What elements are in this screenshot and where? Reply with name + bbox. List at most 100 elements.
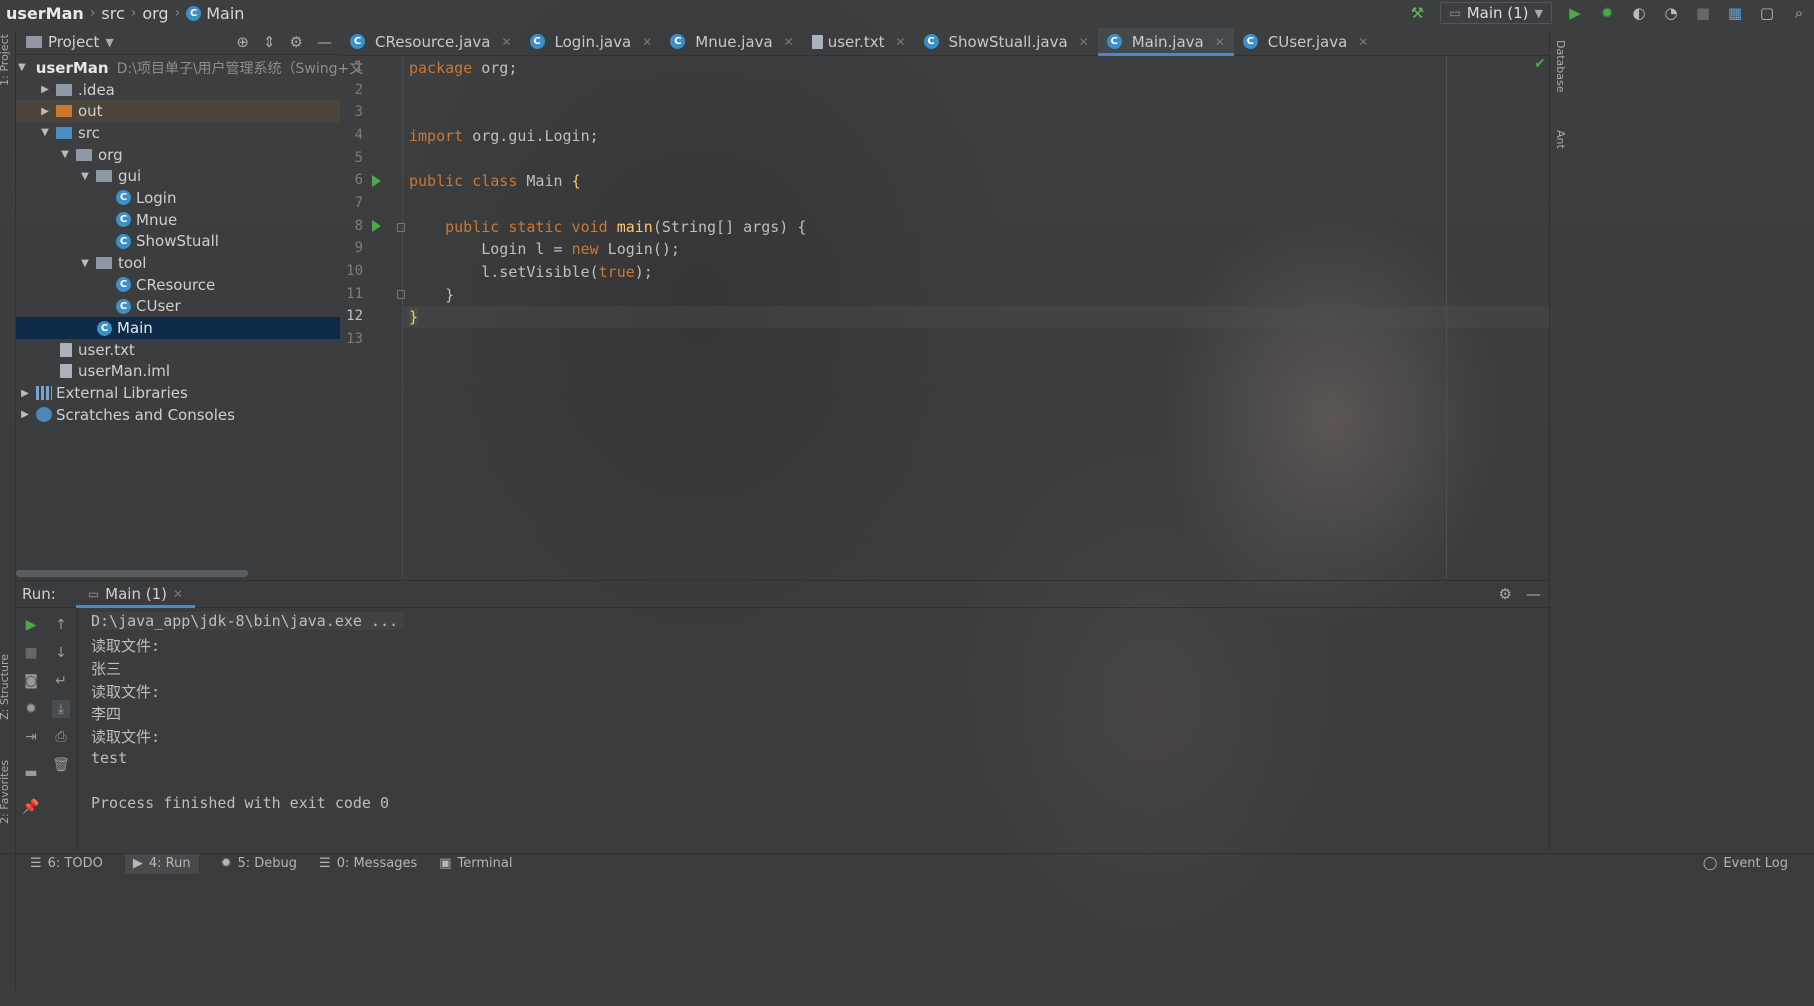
stop-icon[interactable]: ■: [22, 644, 40, 662]
tree-item-external-libraries[interactable]: ▶ External Libraries: [16, 382, 340, 404]
close-icon[interactable]: ✕: [1079, 35, 1089, 49]
todo-tool-button[interactable]: ☰ 6: TODO: [30, 856, 103, 871]
debug-icon[interactable]: ✹: [1598, 4, 1616, 22]
expand-arrow-icon[interactable]: ▼: [38, 127, 52, 138]
layout-icon[interactable]: ▬: [22, 764, 40, 782]
search-icon[interactable]: ⌕: [1790, 4, 1808, 22]
exit-icon[interactable]: ⇥: [22, 728, 40, 746]
console-output[interactable]: D:\java_app\jdk-8\bin\java.exe ... 读取文件:…: [91, 610, 1541, 850]
run-icon[interactable]: ▶: [1566, 4, 1584, 22]
close-icon[interactable]: ✕: [1358, 35, 1368, 49]
close-icon[interactable]: ✕: [784, 35, 794, 49]
ant-tool-button[interactable]: Ant: [1554, 130, 1567, 149]
profile-icon[interactable]: ◔: [1662, 4, 1680, 22]
gear-icon[interactable]: ⚙: [1499, 585, 1512, 603]
collapse-arrow-icon[interactable]: ▶: [18, 388, 32, 399]
tree-item-src[interactable]: ▼ src: [16, 122, 340, 144]
tree-item-out[interactable]: ▶ out: [16, 100, 340, 123]
collapse-arrow-icon[interactable]: ▶: [38, 84, 52, 95]
tree-item-main[interactable]: C Main: [16, 317, 340, 339]
expand-arrow-icon[interactable]: ▼: [58, 149, 72, 160]
breadcrumb-org[interactable]: org: [142, 4, 168, 23]
collapse-arrow-icon[interactable]: ▶: [18, 409, 32, 420]
scroll-to-end-icon[interactable]: ⤓: [52, 700, 70, 718]
tree-item-userman-iml[interactable]: userMan.iml: [16, 361, 340, 383]
tab-cuser[interactable]: C CUser.java ✕: [1234, 28, 1378, 55]
tab-showstuall[interactable]: C ShowStuall.java ✕: [915, 28, 1098, 55]
coverage-icon[interactable]: ◐: [1630, 4, 1648, 22]
tree-item-cresource[interactable]: C CResource: [16, 274, 340, 296]
right-tool-strip: Database Ant: [1549, 30, 1570, 850]
collapse-arrow-icon[interactable]: ▶: [38, 106, 52, 117]
run-tab-main[interactable]: ▭ Main (1) ✕: [75, 580, 196, 608]
camera-icon[interactable]: ◙: [22, 672, 40, 690]
close-icon[interactable]: ✕: [1215, 35, 1225, 49]
debug-icon[interactable]: ✹: [22, 700, 40, 718]
collapse-all-icon[interactable]: ⇕: [263, 33, 276, 51]
navigation-bar: userMan › src › org › C Main ⚒ ▭ Main (1…: [0, 0, 1814, 26]
terminal-tool-button[interactable]: ▣ Terminal: [439, 856, 512, 871]
line-number: 8: [354, 218, 363, 234]
tab-mnue[interactable]: C Mnue.java ✕: [661, 28, 802, 55]
print-icon[interactable]: ⎙: [52, 728, 70, 746]
close-icon[interactable]: ✕: [642, 35, 652, 49]
build-hammer-icon[interactable]: ⚒: [1408, 4, 1426, 22]
run-config-select[interactable]: ▭ Main (1) ▼: [1440, 2, 1552, 24]
fold-icon[interactable]: [397, 290, 405, 299]
tree-item-mnue[interactable]: C Mnue: [16, 209, 340, 231]
close-icon[interactable]: ✕: [173, 587, 183, 601]
close-icon[interactable]: ✕: [895, 35, 905, 49]
favorites-tool-button[interactable]: 2: Favorites: [0, 760, 11, 824]
rerun-icon[interactable]: ▶: [22, 616, 40, 634]
run-gutter-icon[interactable]: [372, 220, 381, 232]
tree-item-userman[interactable]: ▼ userMan D:\项目单子\用户管理系统（Swing+文: [16, 57, 363, 79]
expand-arrow-icon[interactable]: ▼: [78, 171, 92, 182]
expand-arrow-icon[interactable]: ▼: [78, 258, 92, 269]
project-structure-icon[interactable]: ▦: [1726, 4, 1744, 22]
package-icon: [76, 148, 92, 161]
gear-icon[interactable]: ⚙: [290, 33, 303, 51]
tree-item-scratches[interactable]: ▶ Scratches and Consoles: [16, 404, 340, 426]
code-editor[interactable]: package org; import org.gui.Login; publi…: [409, 56, 1549, 578]
breadcrumb-main[interactable]: Main: [206, 4, 244, 23]
package-icon: [96, 257, 112, 270]
structure-tool-button[interactable]: Z: Structure: [0, 654, 11, 720]
minimize-icon[interactable]: —: [317, 33, 332, 51]
tab-user-txt[interactable]: user.txt ✕: [803, 28, 915, 55]
trash-icon[interactable]: 🗑: [52, 756, 70, 774]
stop-icon[interactable]: ■: [1694, 4, 1712, 22]
tree-item-org[interactable]: ▼ org: [16, 144, 340, 166]
arrow-down-icon[interactable]: ↓: [52, 644, 70, 662]
messages-tool-button[interactable]: ☰ 0: Messages: [319, 856, 417, 871]
fold-icon[interactable]: [397, 223, 405, 232]
event-log-button[interactable]: ◯ Event Log: [1703, 856, 1814, 871]
tab-cresource[interactable]: C CResource.java ✕: [341, 28, 521, 55]
tree-item-idea[interactable]: ▶ .idea: [16, 79, 340, 101]
expand-arrow-icon[interactable]: ▼: [18, 62, 26, 73]
window-icon[interactable]: ▢: [1758, 4, 1776, 22]
run-tool-button[interactable]: ▶ 4: Run: [124, 853, 199, 874]
tree-item-gui[interactable]: ▼ gui: [16, 165, 340, 187]
code-text: org;: [472, 59, 518, 77]
tree-item-login[interactable]: C Login: [16, 187, 340, 209]
close-icon[interactable]: ✕: [501, 35, 511, 49]
tree-item-showstuall[interactable]: C ShowStuall: [16, 231, 340, 253]
tree-item-user-txt[interactable]: user.txt: [16, 339, 340, 361]
breadcrumb-project[interactable]: userMan: [6, 4, 84, 23]
debug-tool-button[interactable]: ✹ 5: Debug: [221, 856, 297, 871]
minimize-icon[interactable]: —: [1526, 585, 1541, 603]
arrow-up-icon[interactable]: ↑: [52, 616, 70, 634]
run-gutter-icon[interactable]: [372, 175, 381, 187]
locate-icon[interactable]: ⊕: [236, 33, 249, 51]
pin-icon[interactable]: 📌: [22, 798, 40, 816]
tree-item-cuser[interactable]: C CUser: [16, 296, 340, 318]
breadcrumb-src[interactable]: src: [101, 4, 124, 23]
soft-wrap-icon[interactable]: ↵: [52, 672, 70, 690]
project-tool-button[interactable]: 1: Project: [0, 34, 11, 86]
tab-main[interactable]: C Main.java ✕: [1097, 28, 1234, 56]
project-view-select[interactable]: Project ▼: [26, 33, 114, 51]
tab-login[interactable]: C Login.java ✕: [521, 28, 662, 55]
horizontal-scrollbar[interactable]: [16, 570, 248, 577]
tree-item-tool[interactable]: ▼ tool: [16, 252, 340, 274]
database-tool-button[interactable]: Database: [1554, 40, 1567, 93]
